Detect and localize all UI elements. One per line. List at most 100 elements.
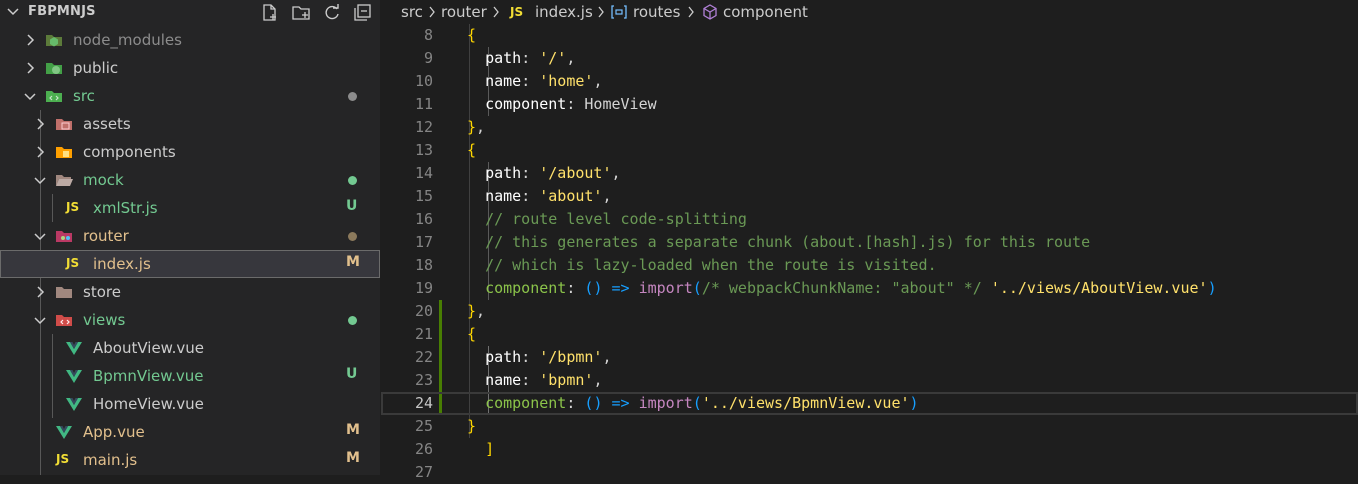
tree-item-views[interactable]: views	[0, 306, 380, 334]
code-text[interactable]: {	[467, 26, 476, 44]
tree-item-store[interactable]: store	[0, 278, 380, 306]
status-dot	[348, 176, 357, 185]
code-text[interactable]: component: HomeView	[467, 95, 657, 113]
code-text[interactable]: ]	[467, 440, 494, 458]
vue-file-icon	[56, 426, 72, 439]
code-line[interactable]: 18 // which is lazy-loaded when the rout…	[381, 254, 1358, 277]
line-number: 18	[414, 256, 433, 274]
code-text[interactable]: name: 'home',	[467, 72, 602, 90]
code-line[interactable]: 14 path: '/about',	[381, 162, 1358, 185]
code-text[interactable]: // this generates a separate chunk (abou…	[467, 233, 1090, 251]
code-text[interactable]: // route level code-splitting	[467, 210, 747, 228]
tree-item-mock[interactable]: mock	[0, 166, 380, 194]
tree-item-label: src	[73, 87, 95, 105]
tree-item-router[interactable]: router	[0, 222, 380, 250]
code-text[interactable]: path: '/',	[467, 49, 575, 67]
line-number: 11	[414, 95, 433, 113]
code-line[interactable]: 27	[381, 461, 1358, 484]
router-folder-icon	[56, 231, 72, 242]
tree-item-label: AboutView.vue	[93, 339, 204, 357]
chevron-right-icon	[37, 286, 45, 298]
components-folder-icon	[56, 147, 72, 158]
tree-item-src[interactable]: src	[0, 82, 380, 110]
refresh-icon[interactable]	[322, 3, 342, 23]
status-dot	[348, 232, 357, 241]
tree-item-label: xmlStr.js	[93, 199, 158, 217]
collapse-all-icon[interactable]	[352, 3, 372, 23]
code-line[interactable]: 12},	[381, 116, 1358, 139]
tree-item-main-js[interactable]: JS main.js M	[0, 446, 380, 474]
git-status-badge: M	[346, 422, 360, 438]
tree-item-public[interactable]: public	[0, 54, 380, 82]
code-text[interactable]: path: '/about',	[467, 164, 620, 182]
code-line[interactable]: 21 {	[381, 323, 1358, 346]
line-number: 8	[423, 26, 433, 44]
tree-item-node-modules[interactable]: node_modules	[0, 26, 380, 54]
code-line[interactable]: 13 {	[381, 139, 1358, 162]
breadcrumb-item[interactable]: router	[441, 3, 487, 21]
code-text[interactable]: name: 'about',	[467, 187, 611, 205]
tree-item-bpmnview-vue[interactable]: BpmnView.vue U	[0, 362, 380, 390]
chevron-right-icon	[688, 6, 694, 18]
property-icon	[703, 4, 717, 20]
code-line[interactable]: 22 path: '/bpmn',	[381, 346, 1358, 369]
code-text[interactable]: name: 'bpmn',	[467, 371, 602, 389]
new-file-icon[interactable]	[260, 3, 280, 23]
code-line[interactable]: 17 // this generates a separate chunk (a…	[381, 231, 1358, 254]
new-folder-icon[interactable]	[291, 3, 311, 23]
chevron-right-icon	[37, 146, 45, 158]
public-folder-icon	[46, 63, 62, 74]
code-line[interactable]: 15 name: 'about',	[381, 185, 1358, 208]
js-file-icon: JS	[56, 452, 70, 466]
tree-item-assets[interactable]: assets	[0, 110, 380, 138]
line-number: 16	[414, 210, 433, 228]
tree-item-homeview-vue[interactable]: HomeView.vue	[0, 390, 380, 418]
code-line[interactable]: 10 name: 'home',	[381, 70, 1358, 93]
code-line[interactable]: 23 name: 'bpmn',	[381, 369, 1358, 392]
code-line[interactable]: 24 component: () => import('../views/Bpm…	[381, 392, 1358, 415]
code-text[interactable]: }	[467, 417, 476, 435]
tree-item-xmlstr-js[interactable]: JS xmlStr.js U	[0, 194, 380, 222]
code-line[interactable]: 16 // route level code-splitting	[381, 208, 1358, 231]
code-text[interactable]: },	[467, 118, 485, 136]
tree-item-aboutview-vue[interactable]: AboutView.vue	[0, 334, 380, 362]
js-file-icon: JS	[510, 5, 524, 19]
line-number: 13	[414, 141, 433, 159]
explorer-title[interactable]: FBPMNJS	[28, 4, 96, 19]
chevron-down-icon	[24, 93, 36, 101]
code-editor[interactable]: src router JS index.js routes component …	[381, 0, 1358, 481]
chevron-right-icon	[37, 118, 45, 130]
tree-item-components[interactable]: components	[0, 138, 380, 166]
code-line[interactable]: 11 component: HomeView	[381, 93, 1358, 116]
code-line[interactable]: 26 ]	[381, 438, 1358, 461]
line-number: 15	[414, 187, 433, 205]
code-text[interactable]: component: () => import('../views/BpmnVi…	[467, 394, 919, 412]
code-text[interactable]: {	[467, 141, 476, 159]
code-line[interactable]: 8{	[381, 24, 1358, 47]
code-text[interactable]: component: () => import(/* webpackChunkN…	[467, 279, 1217, 297]
breadcrumb-item[interactable]: component	[723, 3, 808, 21]
node-folder-icon	[46, 35, 62, 47]
code-line[interactable]: 9 path: '/',	[381, 47, 1358, 70]
line-number: 25	[414, 417, 433, 435]
tree-item-index-js[interactable]: JS index.js M	[0, 250, 380, 278]
code-text[interactable]: path: '/bpmn',	[467, 348, 611, 366]
breadcrumb-item[interactable]: index.js	[535, 3, 593, 21]
code-text[interactable]: // which is lazy-loaded when the route i…	[467, 256, 937, 274]
code-text[interactable]: {	[467, 325, 476, 343]
tree-item-label: HomeView.vue	[93, 395, 204, 413]
breadcrumb-item[interactable]: routes	[633, 3, 680, 21]
code-line[interactable]: 25}	[381, 415, 1358, 438]
code-line[interactable]: 20},	[381, 300, 1358, 323]
explorer-header: FBPMNJS	[0, 0, 380, 26]
variable-icon	[611, 5, 627, 19]
tree-item-app-vue[interactable]: App.vue M	[0, 418, 380, 446]
tree-item-label: App.vue	[83, 423, 145, 441]
code-line[interactable]: 19 component: () => import(/* webpackChu…	[381, 277, 1358, 300]
vue-file-icon	[66, 342, 82, 355]
chevron-down-icon[interactable]	[6, 5, 20, 19]
code-text[interactable]: },	[467, 302, 485, 320]
git-status-badge: U	[346, 198, 358, 214]
breadcrumb-item[interactable]: src	[401, 3, 423, 21]
open-folder-icon	[56, 175, 73, 186]
